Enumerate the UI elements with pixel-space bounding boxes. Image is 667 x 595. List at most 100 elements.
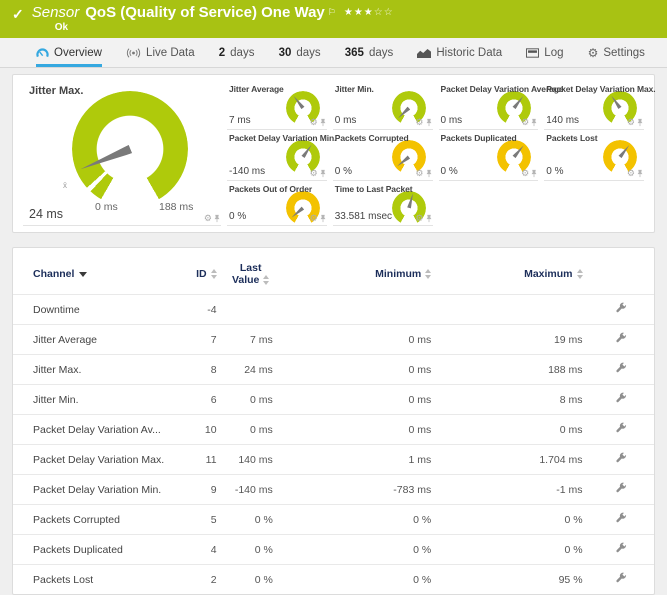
pin-icon[interactable]	[214, 214, 220, 223]
sort-icon	[211, 269, 217, 279]
gauge-settings-gear-icon[interactable]: ⚙	[521, 169, 529, 178]
channel-last-value: 0 %	[223, 505, 279, 535]
gauge-title: Packets Out of Order	[229, 184, 312, 194]
column-header-settings	[589, 252, 654, 295]
gauge-settings-gear-icon[interactable]: ⚙	[521, 118, 529, 127]
gauge-value: 33.581 msec	[335, 211, 392, 222]
scale-toggle-icon[interactable]: x̄	[63, 181, 67, 190]
gauge-tile-time-to-last-packet: Time to Last Packet 33.581 msec ⚙	[333, 181, 433, 226]
table-row: Packet Delay Variation Min. 9 -140 ms -7…	[13, 475, 654, 505]
table-row: Packet Delay Variation Max. 11 140 ms 1 …	[13, 445, 654, 475]
channel-maximum: -1 ms	[437, 475, 588, 505]
pin-icon[interactable]	[637, 169, 643, 178]
gauge-settings-gear-icon[interactable]: ⚙	[627, 118, 635, 127]
pin-icon[interactable]	[426, 214, 432, 223]
wrench-icon[interactable]	[615, 572, 627, 584]
pin-icon[interactable]	[320, 169, 326, 178]
channel-name[interactable]: Downtime	[13, 295, 182, 325]
wrench-icon[interactable]	[615, 512, 627, 524]
gauge-settings-gear-icon[interactable]: ⚙	[310, 169, 318, 178]
tab-overview[interactable]: Overview	[36, 38, 102, 67]
channel-id: -4	[182, 295, 223, 325]
channel-last-value: 0 ms	[223, 385, 279, 415]
tab-log[interactable]: Log	[526, 38, 563, 67]
channel-minimum: 0 ms	[279, 415, 437, 445]
tab-bar: Overview Live Data 2days 30days 365days …	[0, 38, 667, 68]
main-gauge-tile: Jitter Max. x̄ 0 ms 188 ms 24 ms ⚙	[23, 81, 221, 226]
wrench-icon[interactable]	[615, 422, 627, 434]
gauge-title: Packets Duplicated	[441, 133, 517, 143]
wrench-icon[interactable]	[615, 302, 627, 314]
table-row: Packets Duplicated 4 0 % 0 % 0 %	[13, 535, 654, 565]
gauge-settings-gear-icon[interactable]: ⚙	[415, 118, 423, 127]
gauge-title: Packets Lost	[546, 133, 597, 143]
gauge-title: Packet Delay Variation Min.	[229, 133, 336, 143]
gauge-settings-gear-icon[interactable]: ⚙	[310, 214, 318, 223]
channel-maximum	[437, 295, 588, 325]
tab-settings[interactable]: ⚙ Settings	[588, 38, 645, 67]
tab-30-days[interactable]: 30days	[279, 38, 321, 67]
chart-icon	[417, 48, 431, 58]
pin-icon[interactable]	[531, 169, 537, 178]
channels-table-panel: Channel ID LastValue Minimum Maximum Dow…	[12, 247, 655, 595]
column-header-maximum[interactable]: Maximum	[437, 252, 588, 295]
table-row: Jitter Min. 6 0 ms 0 ms 8 ms	[13, 385, 654, 415]
column-header-last-value[interactable]: LastValue	[223, 252, 279, 295]
sensor-header: ✓ SensorQoS (Quality of Service) One Way…	[0, 0, 667, 38]
channel-name[interactable]: Packets Duplicated	[13, 535, 182, 565]
gauge-settings-gear-icon[interactable]: ⚙	[627, 169, 635, 178]
pin-icon[interactable]	[320, 118, 326, 127]
gear-icon: ⚙	[588, 47, 599, 59]
channel-minimum: 0 ms	[279, 325, 437, 355]
pin-icon[interactable]	[426, 169, 432, 178]
channel-name[interactable]: Packets Lost	[13, 565, 182, 595]
channel-name[interactable]: Packet Delay Variation Min.	[13, 475, 182, 505]
tab-365-days[interactable]: 365days	[345, 38, 393, 67]
gauge-settings-gear-icon[interactable]: ⚙	[415, 169, 423, 178]
channel-last-value: -140 ms	[223, 475, 279, 505]
channel-name[interactable]: Packets Corrupted	[13, 505, 182, 535]
tab-live-data[interactable]: Live Data	[126, 38, 195, 67]
wrench-icon[interactable]	[615, 392, 627, 404]
wrench-icon[interactable]	[615, 482, 627, 494]
status-badge: Ok	[55, 22, 657, 33]
channel-last-value: 0 %	[223, 535, 279, 565]
gauge-value: 0 %	[229, 211, 246, 222]
channel-name[interactable]: Packet Delay Variation Av...	[13, 415, 182, 445]
table-header-row: Channel ID LastValue Minimum Maximum	[13, 252, 654, 295]
gauge-settings-gear-icon[interactable]: ⚙	[204, 214, 212, 223]
wrench-icon[interactable]	[615, 542, 627, 554]
priority-stars[interactable]: ★★★☆☆	[344, 7, 394, 18]
column-header-id[interactable]: ID	[182, 252, 223, 295]
wrench-icon[interactable]	[615, 362, 627, 374]
gauge-value: 7 ms	[229, 115, 251, 126]
column-header-channel[interactable]: Channel	[13, 252, 182, 295]
gauges-panel: Jitter Max. x̄ 0 ms 188 ms 24 ms ⚙ Jitte…	[12, 74, 655, 233]
flag-icon: ⚐	[328, 7, 336, 17]
pin-icon[interactable]	[426, 118, 432, 127]
channel-id: 10	[182, 415, 223, 445]
channel-last-value: 0 %	[223, 565, 279, 595]
channel-name[interactable]: Jitter Max.	[13, 355, 182, 385]
channel-name[interactable]: Jitter Min.	[13, 385, 182, 415]
main-gauge-value: 24 ms	[29, 207, 63, 221]
pin-icon[interactable]	[637, 118, 643, 127]
wrench-icon[interactable]	[615, 332, 627, 344]
column-header-minimum[interactable]: Minimum	[279, 252, 437, 295]
channel-name[interactable]: Packet Delay Variation Max.	[13, 445, 182, 475]
tab-historic-data[interactable]: Historic Data	[417, 38, 502, 67]
gauge-value: 0 ms	[335, 115, 357, 126]
pin-icon[interactable]	[531, 118, 537, 127]
gauge-icon	[36, 47, 49, 58]
channel-minimum: 0 %	[279, 505, 437, 535]
gauge-settings-gear-icon[interactable]: ⚙	[415, 214, 423, 223]
gauge-scale-min: 0 ms	[95, 201, 118, 213]
pin-icon[interactable]	[320, 214, 326, 223]
channel-name[interactable]: Jitter Average	[13, 325, 182, 355]
gauge-settings-gear-icon[interactable]: ⚙	[310, 118, 318, 127]
gauge-tile-pdv-average: Packet Delay Variation Average 0 ms ⚙	[439, 81, 539, 130]
channel-id: 4	[182, 535, 223, 565]
tab-2-days[interactable]: 2days	[219, 38, 255, 67]
gauge-tile-jitter-min: Jitter Min. 0 ms ⚙	[333, 81, 433, 130]
wrench-icon[interactable]	[615, 452, 627, 464]
